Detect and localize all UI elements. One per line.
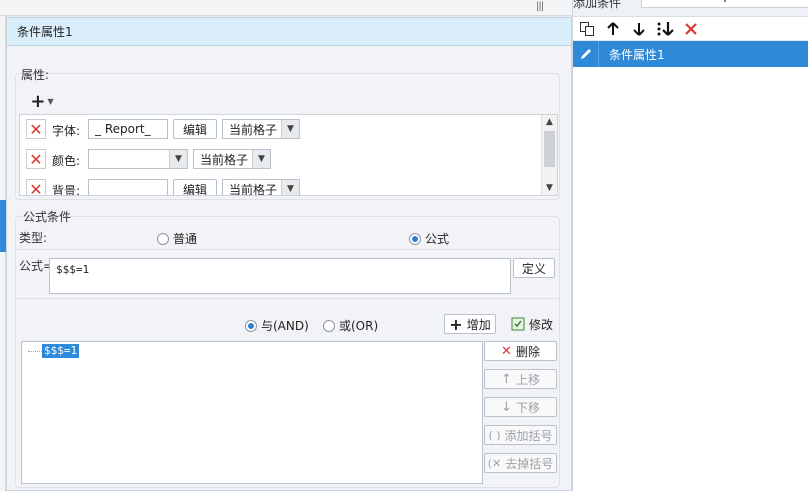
background-value-field[interactable] bbox=[88, 179, 168, 195]
modify-label: 修改 bbox=[528, 317, 553, 332]
condition-list-panel: 添加条件 + 条件属性1 bbox=[572, 0, 808, 491]
divider bbox=[15, 298, 560, 299]
remove-bracket-label: 去掉括号 bbox=[505, 456, 554, 471]
chevron-down-icon: ▼ bbox=[281, 120, 299, 138]
scroll-thumb[interactable] bbox=[544, 131, 555, 167]
attributes-label: 属性: bbox=[21, 68, 50, 82]
condition-attribute-dialog: 条件属性1 属性: + ▼ ✕ 字体: _ Report_ 编辑 当前格子 ▼ ✕ … bbox=[6, 17, 572, 491]
add-condition-button[interactable]: + bbox=[641, 0, 808, 8]
type-normal-radio[interactable]: 普通 bbox=[157, 230, 197, 247]
move-bottom-icon[interactable] bbox=[655, 19, 675, 39]
bracket-icon: ( ) bbox=[488, 428, 501, 442]
edit-font-button[interactable]: 编辑 bbox=[173, 119, 217, 139]
move-up-icon[interactable] bbox=[603, 19, 623, 39]
color-scope-value: 当前格子 bbox=[200, 152, 249, 167]
remove-bracket-button[interactable]: (✕ 去掉括号 bbox=[484, 453, 557, 473]
background-scope-select[interactable]: 当前格子 ▼ bbox=[222, 179, 300, 196]
or-radio[interactable]: 或(OR) bbox=[323, 317, 378, 334]
remove-condition-icon[interactable] bbox=[681, 19, 701, 39]
add-attribute-button[interactable]: + ▼ bbox=[27, 90, 57, 112]
chevron-down-icon: ▼ bbox=[169, 150, 187, 168]
radio-icon bbox=[323, 319, 335, 332]
delete-icon: ✕ bbox=[501, 343, 512, 359]
and-radio[interactable]: 与(AND) bbox=[245, 317, 309, 334]
delete-button[interactable]: ✕ 删除 bbox=[484, 341, 557, 361]
radio-selected-icon bbox=[409, 232, 421, 245]
grip-icon: ||| bbox=[536, 1, 544, 12]
condition-toolbar bbox=[573, 17, 808, 41]
background-scope-value: 当前格子 bbox=[229, 182, 278, 196]
move-down-icon[interactable] bbox=[629, 19, 649, 39]
or-label: 或(OR) bbox=[339, 319, 379, 333]
edit-background-button[interactable]: 编辑 bbox=[173, 179, 217, 195]
chevron-down-icon: ▼ bbox=[252, 150, 270, 168]
delete-attribute-icon[interactable]: ✕ bbox=[26, 179, 46, 195]
condition-item[interactable]: 条件属性1 bbox=[573, 41, 808, 67]
formula-condition-label: 公式条件 bbox=[23, 210, 72, 224]
modify-button[interactable]: 修改 bbox=[507, 314, 557, 334]
chevron-down-icon: ▼ bbox=[281, 180, 299, 195]
chevron-down-icon: ▼ bbox=[47, 96, 54, 106]
delete-attribute-icon[interactable]: ✕ bbox=[26, 149, 46, 169]
attribute-list: ✕ 字体: _ Report_ 编辑 当前格子 ▼ ✕ 颜色: ▼ 当前格子 ▼ ✕… bbox=[19, 114, 558, 196]
and-label: 与(AND) bbox=[261, 319, 309, 333]
type-formula-label: 公式 bbox=[425, 232, 450, 246]
remove-bracket-icon: (✕ bbox=[487, 456, 502, 470]
font-scope-value: 当前格子 bbox=[229, 122, 278, 137]
arrow-down-icon: ↓ bbox=[501, 399, 512, 415]
delete-attribute-icon[interactable]: ✕ bbox=[26, 119, 46, 139]
radio-icon bbox=[157, 232, 169, 245]
down-label: 下移 bbox=[515, 400, 540, 415]
pencil-icon[interactable] bbox=[573, 41, 599, 67]
condition-panel-title: 添加条件 bbox=[573, 0, 622, 10]
background-top-strip: ||| bbox=[0, 0, 572, 16]
attribute-name: 背景: bbox=[52, 184, 81, 196]
add-condition-button[interactable]: + 增加 bbox=[444, 314, 496, 334]
tree-connector bbox=[28, 351, 42, 352]
formula-input[interactable]: $$$=1 bbox=[49, 258, 511, 294]
add-bracket-label: 添加括号 bbox=[504, 428, 553, 443]
move-up-button[interactable]: ↑ 上移 bbox=[484, 369, 557, 389]
dialog-title: 条件属性1 bbox=[7, 18, 571, 46]
copy-icon[interactable] bbox=[577, 19, 597, 39]
define-button[interactable]: 定义 bbox=[513, 258, 555, 278]
move-down-button[interactable]: ↓ 下移 bbox=[484, 397, 557, 417]
condition-list: 条件属性1 bbox=[573, 41, 808, 67]
attribute-name: 字体: bbox=[52, 124, 81, 138]
radio-selected-icon bbox=[245, 319, 257, 332]
type-label: 类型: bbox=[19, 231, 48, 245]
font-scope-select[interactable]: 当前格子 ▼ bbox=[222, 119, 300, 139]
type-formula-radio[interactable]: 公式 bbox=[409, 230, 449, 247]
scroll-up-icon[interactable]: ▲ bbox=[542, 115, 557, 129]
add-bracket-button[interactable]: ( ) 添加括号 bbox=[484, 425, 557, 445]
color-select[interactable]: ▼ bbox=[88, 149, 188, 169]
color-scope-select[interactable]: 当前格子 ▼ bbox=[193, 149, 271, 169]
condition-panel-header: 添加条件 + bbox=[573, 0, 808, 17]
tree-node[interactable]: $$$=1 bbox=[42, 344, 80, 358]
modify-icon bbox=[511, 317, 525, 331]
font-value-field[interactable]: _ Report_ bbox=[88, 119, 168, 139]
attribute-name: 颜色: bbox=[52, 154, 81, 168]
add-attribute-label: + bbox=[30, 90, 46, 112]
type-normal-label: 普通 bbox=[173, 232, 198, 246]
arrow-up-icon: ↑ bbox=[501, 371, 512, 387]
divider bbox=[15, 249, 560, 250]
condition-tree[interactable]: $$$=1 bbox=[21, 341, 483, 484]
condition-item-label: 条件属性1 bbox=[609, 47, 665, 62]
attribute-scrollbar[interactable]: ▲ ▼ bbox=[541, 115, 557, 195]
scroll-down-icon[interactable]: ▼ bbox=[542, 181, 557, 195]
plus-icon: + bbox=[449, 314, 463, 334]
delete-label: 删除 bbox=[515, 344, 540, 359]
formula-label: 公式= bbox=[19, 259, 54, 273]
up-label: 上移 bbox=[515, 372, 540, 387]
add-label: 增加 bbox=[466, 317, 491, 332]
